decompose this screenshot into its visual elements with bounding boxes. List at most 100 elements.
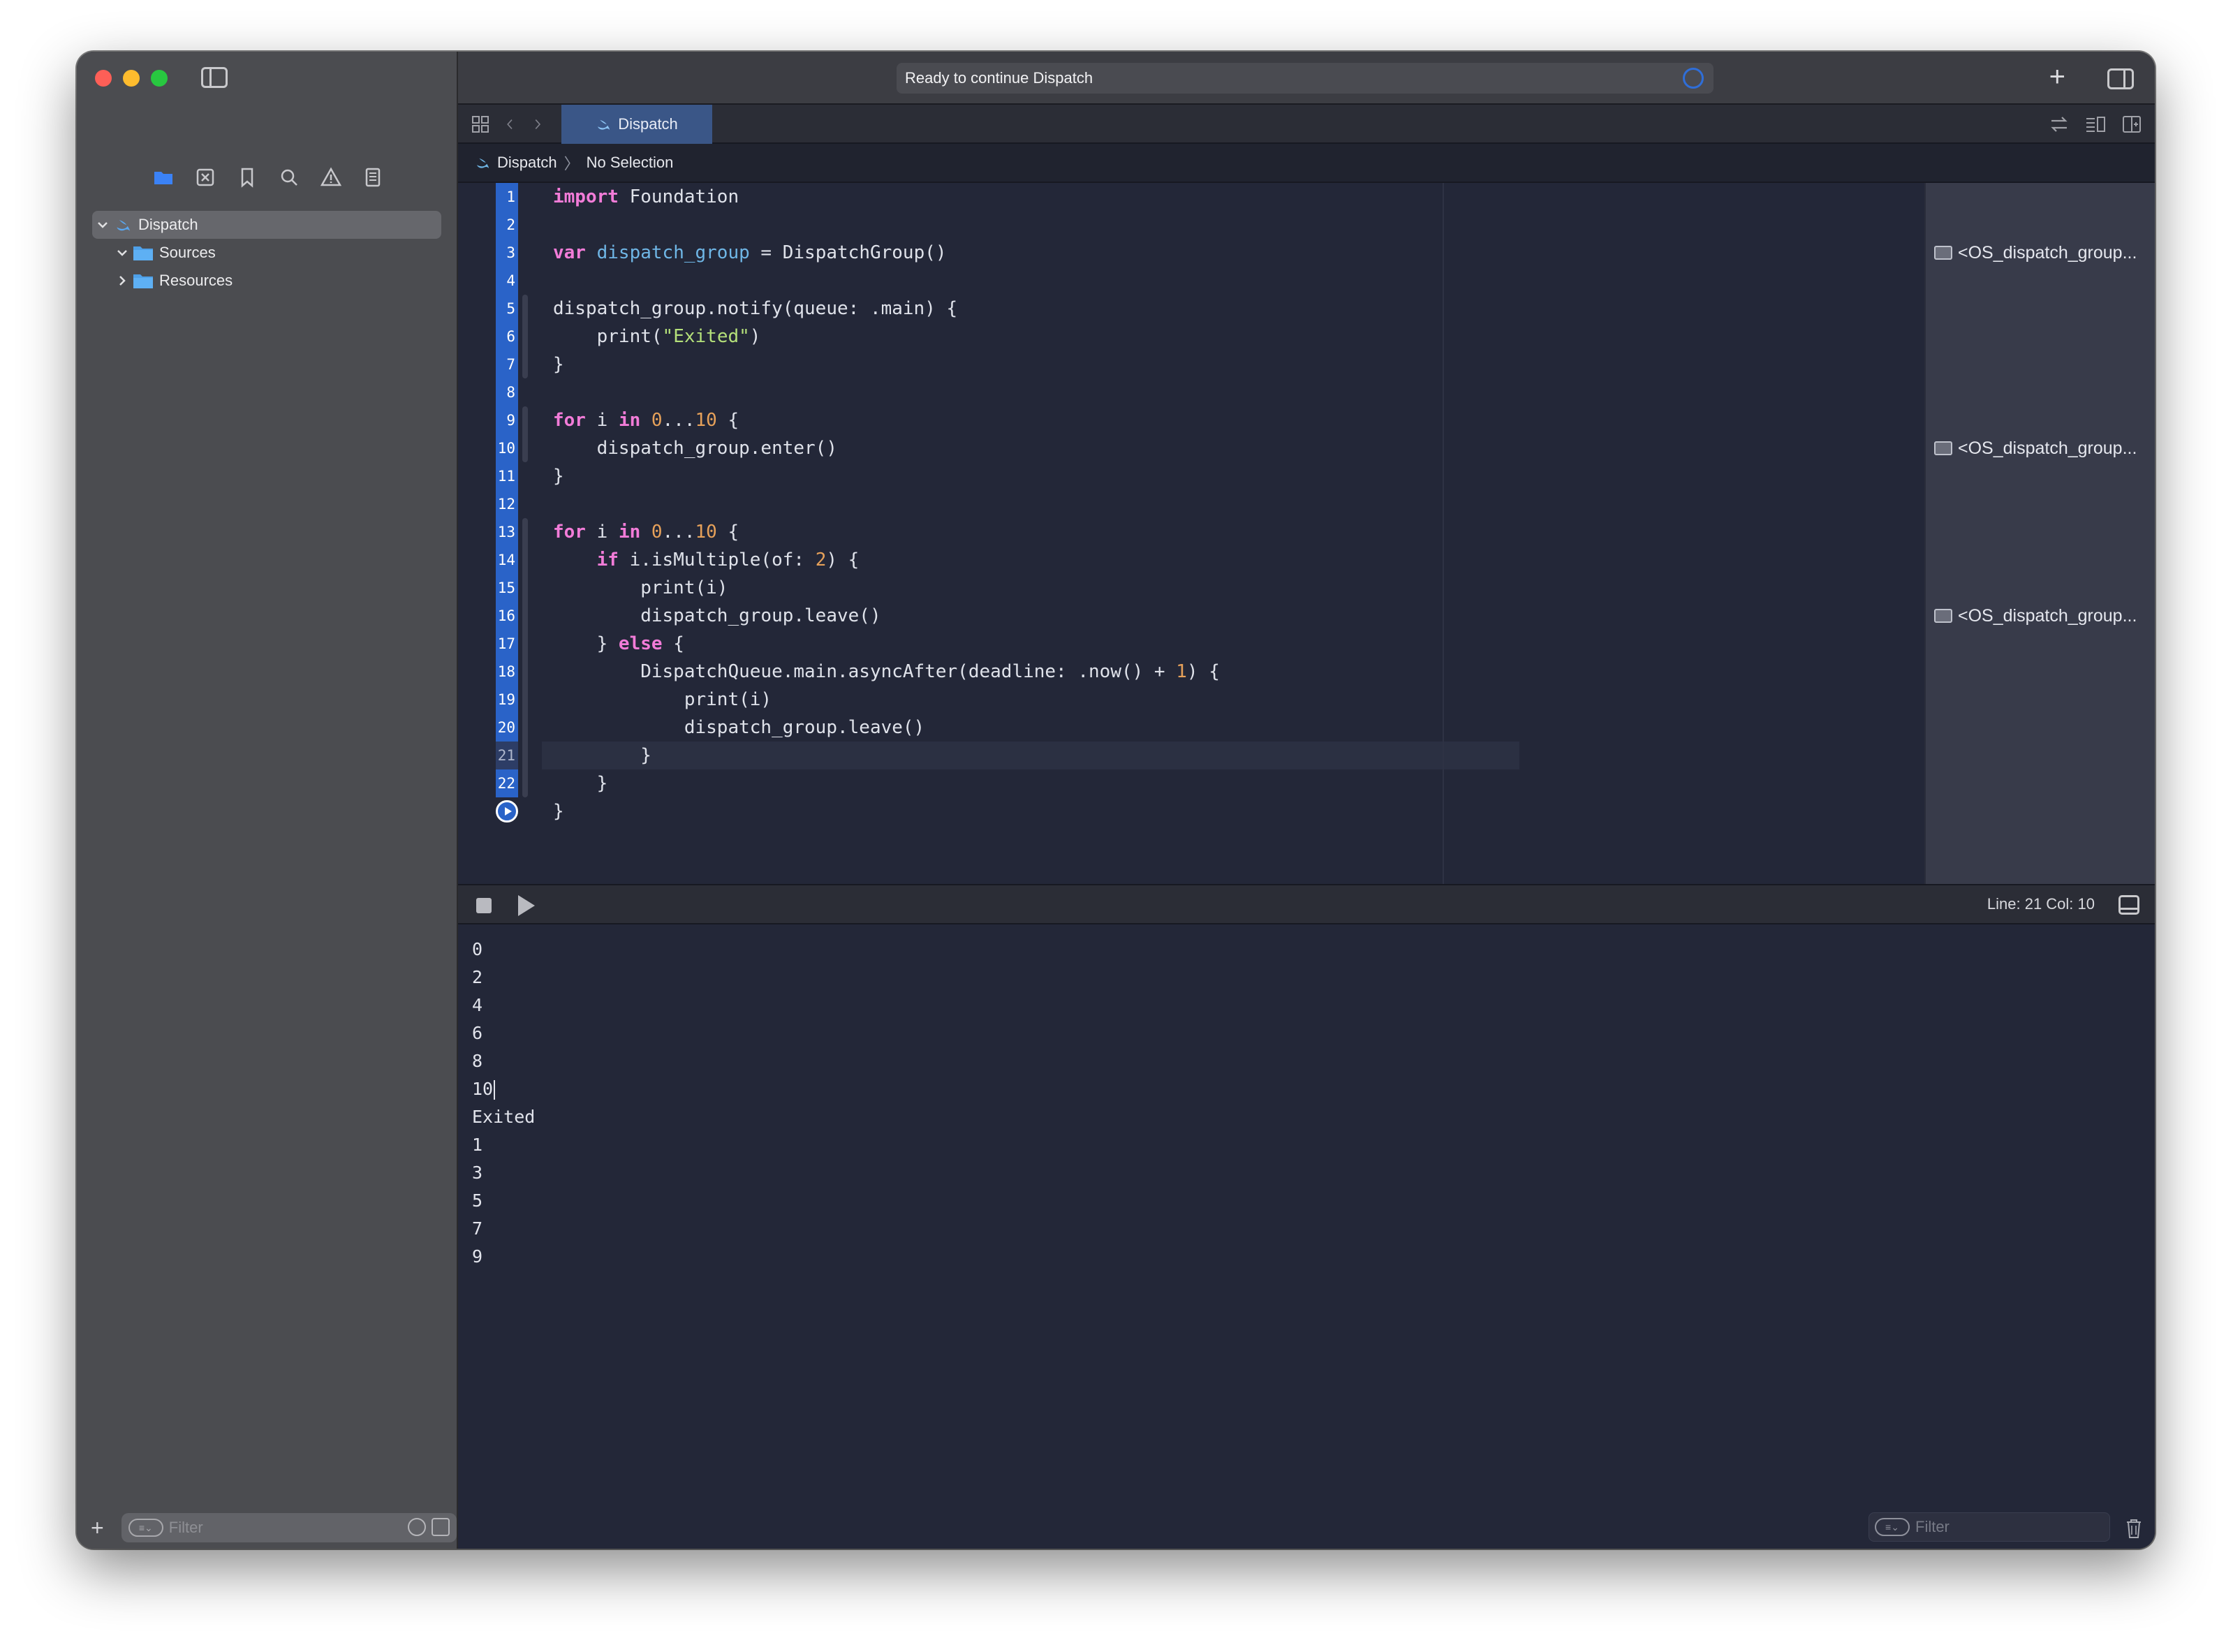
fold-ribbon[interactable]	[522, 518, 528, 797]
tree-item-resources[interactable]: Resources	[92, 267, 441, 295]
close-window-button[interactable]	[95, 70, 112, 87]
editor-options-icon[interactable]	[2085, 115, 2106, 134]
code-line: }	[553, 801, 564, 822]
tree-item-sources[interactable]: Sources	[92, 239, 441, 267]
report-icon[interactable]	[362, 166, 384, 189]
tab-dispatch[interactable]: Dispatch	[561, 105, 712, 144]
console-line: 6	[472, 1023, 483, 1043]
line-number[interactable]: 20	[496, 714, 518, 742]
code-line: print(i)	[553, 577, 728, 598]
swift-icon	[598, 119, 610, 130]
line-number[interactable]: 8	[496, 378, 518, 406]
console-output[interactable]: 0 2 4 6 8 10 Exited 1 3 5 7 9 ≡⌄ Filter	[458, 924, 2155, 1549]
split-editor-icon[interactable]	[2121, 115, 2142, 134]
result-item[interactable]: <OS_dispatch_group...	[1934, 603, 2137, 628]
back-icon[interactable]	[506, 115, 518, 134]
navigator-tabs	[152, 166, 384, 189]
line-number[interactable]: 2	[496, 211, 518, 239]
status-text: Ready to continue Dispatch	[905, 69, 1093, 87]
code-line: print("Exited")	[553, 326, 761, 347]
line-number[interactable]: 1	[496, 183, 518, 211]
filter-placeholder: Filter	[1915, 1518, 1950, 1535]
result-item[interactable]: <OS_dispatch_group...	[1934, 240, 2137, 265]
playground-results-pane: <OS_dispatch_group... <OS_dispatch_group…	[1924, 183, 2155, 884]
play-icon[interactable]	[518, 895, 535, 916]
console-line: 2	[472, 967, 483, 987]
recent-files-icon[interactable]	[408, 1518, 426, 1536]
warning-icon[interactable]	[320, 166, 342, 189]
jump-bar-selection[interactable]: No Selection	[587, 154, 674, 172]
minimize-window-button[interactable]	[123, 70, 140, 87]
jump-bar-file[interactable]: Dispatch	[497, 154, 557, 172]
folder-icon[interactable]	[152, 166, 175, 189]
line-number[interactable]: 9	[496, 406, 518, 434]
line-numbers: 1 2 3 4 5 6 7 8 9 10 11 12 13 14 15 16 17 18 19 20 21 22	[496, 183, 518, 884]
xcode-window: Dispatch Sources Resources + ≡⌄ Filter R…	[77, 52, 2155, 1549]
folder-icon	[133, 274, 153, 288]
line-number[interactable]: 21	[496, 742, 518, 769]
chevron-down-icon[interactable]	[92, 219, 113, 231]
line-number[interactable]: 22	[496, 769, 518, 797]
line-number[interactable]: 3	[496, 239, 518, 267]
line-number[interactable]: 11	[496, 462, 518, 490]
code-line: }	[553, 354, 564, 375]
line-number[interactable]: 17	[496, 630, 518, 658]
line-number[interactable]: 18	[496, 658, 518, 686]
forward-icon[interactable]	[533, 115, 546, 134]
quick-look-icon[interactable]	[1934, 246, 1952, 260]
inspector-toggle-icon[interactable]	[2107, 68, 2134, 89]
stop-icon[interactable]	[476, 898, 492, 913]
run-to-line-icon[interactable]	[496, 800, 518, 823]
code-editor[interactable]: 1 2 3 4 5 6 7 8 9 10 11 12 13 14 15 16 17 18 19 20 21 22 impo…	[458, 183, 2155, 884]
filter-options-icon[interactable]: ≡⌄	[128, 1519, 163, 1537]
text-caret	[494, 1080, 496, 1100]
quick-look-icon[interactable]	[1934, 441, 1952, 455]
console-line: 1	[472, 1135, 483, 1155]
fold-ribbon[interactable]	[522, 406, 528, 462]
line-number[interactable]: 14	[496, 546, 518, 574]
zoom-window-button[interactable]	[151, 70, 168, 87]
console-line: 8	[472, 1051, 483, 1071]
filter-options-icon[interactable]: ≡⌄	[1875, 1518, 1910, 1536]
chevron-down-icon[interactable]	[112, 246, 133, 259]
chevron-right-icon[interactable]	[112, 274, 133, 287]
related-items-icon[interactable]	[2049, 115, 2070, 134]
fold-ribbon[interactable]	[522, 295, 528, 378]
grid-icon[interactable]	[471, 115, 490, 134]
source-control-icon[interactable]	[194, 166, 216, 189]
sidebar-toggle-icon[interactable]	[201, 67, 228, 88]
quick-look-icon[interactable]	[1934, 609, 1952, 623]
swift-icon	[113, 215, 133, 235]
navigator-filter-field[interactable]: ≡⌄ Filter	[121, 1513, 457, 1542]
line-gutter: 1 2 3 4 5 6 7 8 9 10 11 12 13 14 15 16 17 18 19 20 21 22	[458, 183, 542, 884]
line-number[interactable]: 7	[496, 351, 518, 378]
console-line: 7	[472, 1218, 483, 1239]
line-number[interactable]: 19	[496, 686, 518, 714]
line-number[interactable]: 5	[496, 295, 518, 323]
result-item[interactable]: <OS_dispatch_group...	[1934, 436, 2137, 461]
search-icon[interactable]	[278, 166, 300, 189]
editor-divider	[1443, 183, 1444, 884]
line-number[interactable]: 6	[496, 323, 518, 351]
console-line: 5	[472, 1190, 483, 1211]
code-line: }	[553, 466, 564, 487]
tree-item-dispatch[interactable]: Dispatch	[92, 211, 441, 239]
console-line: 4	[472, 995, 483, 1015]
window-controls	[95, 70, 168, 87]
code-text[interactable]: import Foundation var dispatch_group = D…	[542, 183, 1519, 884]
line-number[interactable]: 12	[496, 490, 518, 518]
console-filter-field[interactable]: ≡⌄ Filter	[1869, 1512, 2110, 1542]
code-line: DispatchQueue.main.asyncAfter(deadline: …	[553, 661, 1220, 682]
code-line: var dispatch_group = DispatchGroup()	[553, 242, 947, 263]
trash-icon[interactable]	[2125, 1518, 2142, 1539]
line-number[interactable]: 13	[496, 518, 518, 546]
console-toggle-icon[interactable]	[2118, 895, 2139, 915]
bookmark-icon[interactable]	[236, 166, 258, 189]
line-number[interactable]: 10	[496, 434, 518, 462]
line-number[interactable]: 4	[496, 267, 518, 295]
line-number[interactable]: 15	[496, 574, 518, 602]
source-control-filter-icon[interactable]	[432, 1518, 450, 1536]
line-number[interactable]: 16	[496, 602, 518, 630]
add-library-icon[interactable]: +	[2049, 63, 2065, 91]
add-icon[interactable]: +	[91, 1517, 112, 1539]
